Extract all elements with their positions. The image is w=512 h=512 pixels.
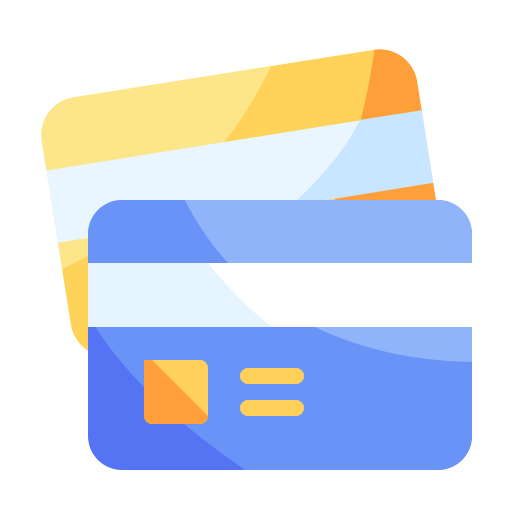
card-name-line — [240, 400, 304, 416]
credit-cards-icon — [35, 43, 472, 470]
front-card — [88, 200, 472, 470]
card-chip — [144, 360, 208, 424]
credit-cards-illustration — [0, 0, 512, 512]
card-number-line — [240, 368, 304, 384]
